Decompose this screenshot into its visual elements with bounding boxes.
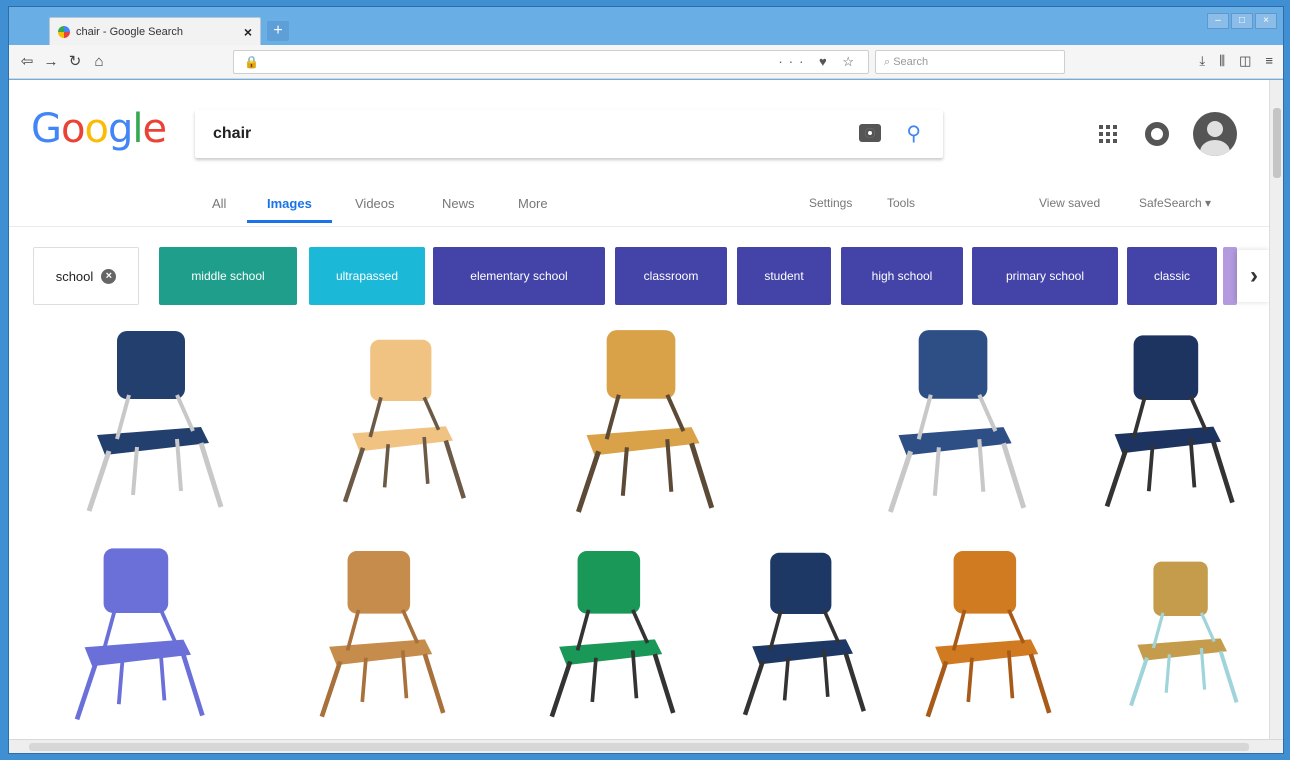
home-icon[interactable]: ⌂ xyxy=(89,52,109,72)
library-icon[interactable]: ⫼ xyxy=(1219,53,1225,69)
tab-more[interactable]: More xyxy=(518,196,548,211)
image-result-navy-cutout-chair[interactable] xyxy=(1069,318,1259,520)
tab-news[interactable]: News xyxy=(442,196,475,211)
image-result-navy-plastic-school-chair[interactable] xyxy=(49,318,249,520)
tab-videos[interactable]: Videos xyxy=(355,196,395,211)
chip-high-school[interactable]: high school xyxy=(841,247,963,305)
page-viewport: Google chair ⚲ All Images Videos News Mo… xyxy=(9,80,1271,740)
camera-icon[interactable] xyxy=(859,124,881,142)
chip-middle-school[interactable]: middle school xyxy=(159,247,297,305)
title-bar: chair - Google Search × + – □ × xyxy=(9,7,1283,45)
image-result-wooden-school-chair[interactable] xyxy=(285,532,469,732)
chip-scroll-right-button[interactable]: › xyxy=(1237,250,1271,302)
vertical-scrollbar[interactable] xyxy=(1269,80,1283,740)
browser-tab[interactable]: chair - Google Search × xyxy=(49,17,261,45)
close-tab-icon[interactable]: × xyxy=(244,24,252,40)
chip-elementary-school[interactable]: elementary school xyxy=(433,247,605,305)
apps-grid-icon[interactable] xyxy=(1099,125,1117,143)
tab-title: chair - Google Search xyxy=(76,25,183,38)
safesearch-dropdown[interactable]: SafeSearch ▾ xyxy=(1139,196,1211,210)
settings-link[interactable]: Settings xyxy=(809,196,852,210)
google-favicon-icon xyxy=(58,25,70,38)
header-divider xyxy=(9,226,1271,227)
tools-link[interactable]: Tools xyxy=(887,196,915,210)
image-result-birch-plywood-school-chair[interactable] xyxy=(309,318,489,520)
chip-label: school xyxy=(55,268,94,284)
image-result-green-polypropylene-chair[interactable] xyxy=(515,532,699,732)
close-window-button[interactable]: × xyxy=(1255,13,1277,29)
image-result-wood-seat-light-frame-chair[interactable] xyxy=(1099,532,1259,732)
chip-classic[interactable]: classic xyxy=(1127,247,1217,305)
account-avatar[interactable] xyxy=(1193,112,1237,156)
view-saved-link[interactable]: View saved xyxy=(1039,196,1100,210)
browser-window: chair - Google Search × + – □ × ⇦ → ↻ ⌂ … xyxy=(8,6,1284,754)
reload-icon[interactable]: ↻ xyxy=(65,52,85,72)
vertical-scroll-thumb[interactable] xyxy=(1273,108,1281,178)
back-icon[interactable]: ⇦ xyxy=(17,52,37,72)
image-result-navy-plastic-school-chair-angled[interactable] xyxy=(837,318,1065,520)
search-icon: ⌕ xyxy=(884,56,894,68)
chip-student[interactable]: student xyxy=(737,247,831,305)
search-button-icon[interactable]: ⚲ xyxy=(906,121,921,146)
download-icon[interactable]: ⤓ xyxy=(1199,53,1205,69)
chip-primary-school[interactable]: primary school xyxy=(972,247,1118,305)
remove-chip-icon[interactable]: × xyxy=(101,268,117,284)
chip-overflow[interactable] xyxy=(1223,247,1237,305)
tab-images[interactable]: Images xyxy=(247,196,332,223)
chip-ultrapassed[interactable]: ultrapassed xyxy=(309,247,425,305)
image-result-tablet-arm-desk-chair[interactable] xyxy=(519,318,759,520)
notifications-icon[interactable] xyxy=(1145,122,1169,146)
horizontal-scroll-thumb[interactable] xyxy=(29,743,1249,751)
sidebar-icon[interactable]: ◫ xyxy=(1239,53,1251,69)
google-logo[interactable]: Google xyxy=(31,106,167,152)
chip-school[interactable]: school × xyxy=(33,247,139,305)
new-tab-button[interactable]: + xyxy=(267,21,289,41)
menu-icon[interactable]: ≡ xyxy=(1265,53,1273,69)
search-placeholder: Search xyxy=(893,56,929,68)
search-box[interactable]: chair ⚲ xyxy=(195,110,943,158)
lock-icon: 🔒 xyxy=(244,55,259,69)
chip-classroom[interactable]: classroom xyxy=(615,247,727,305)
forward-icon[interactable]: → xyxy=(41,52,61,72)
image-result-navy-cutout-chair-front[interactable] xyxy=(709,532,889,732)
navigation-toolbar: ⇦ → ↻ ⌂ 🔒 ··· ♥ ☆ ⌕ Search ⤓ ⫼ ◫ ≡ xyxy=(9,45,1283,79)
image-result-wooden-tablet-arm-chair[interactable] xyxy=(891,532,1075,732)
page-actions[interactable]: ··· ♥ ☆ xyxy=(778,54,860,70)
search-query[interactable]: chair xyxy=(213,125,251,143)
horizontal-scrollbar[interactable] xyxy=(9,739,1283,753)
maximize-button[interactable]: □ xyxy=(1231,13,1253,29)
minimize-button[interactable]: – xyxy=(1207,13,1229,29)
image-result-blue-stackable-plastic-chair[interactable] xyxy=(39,532,229,732)
browser-search-input[interactable]: ⌕ Search xyxy=(875,50,1065,74)
tab-all[interactable]: All xyxy=(212,196,226,211)
address-bar[interactable]: 🔒 ··· ♥ ☆ xyxy=(233,50,869,74)
